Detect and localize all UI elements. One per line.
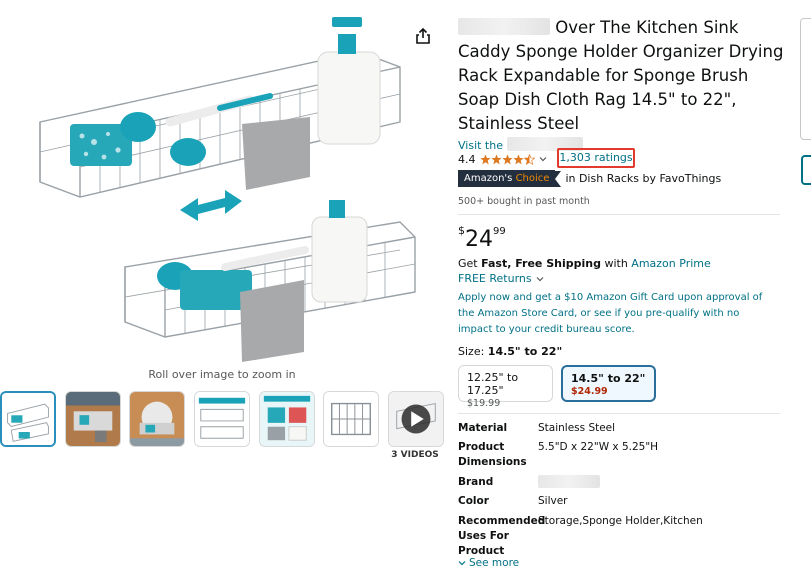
spec-value: Stainless Steel [538,422,616,434]
star-rating[interactable] [479,153,535,165]
spec-value: Silver [538,495,568,507]
zoom-hint: Roll over image to zoom in [148,368,296,381]
size-option-14-5-to-22[interactable]: 14.5" to 22" $24.99 [561,365,656,402]
half-star-icon [523,153,535,165]
size-label-text: Size: [458,345,485,358]
star-icon [479,154,491,164]
divider [458,214,780,215]
shipping-prefix: Get [458,257,482,270]
star-icon [490,154,502,164]
free-returns-link[interactable]: FREE Returns [458,272,544,285]
spec-value: 5.5"D x 22"W x 5.25"H [538,441,659,453]
thumbnail-2[interactable] [65,391,121,447]
thumbnail-strip: 3 VIDEOS [0,391,444,461]
ratings-count-link[interactable]: 1,303 ratings [557,148,635,168]
star-icon [512,154,524,164]
store-card-promo-link[interactable]: Apply now and get a $10 Amazon Gift Card… [458,290,768,338]
price-whole: 24 [465,227,493,252]
price-fraction: 99 [493,226,506,237]
chevron-down-icon [536,276,544,281]
price-currency: $ [458,224,465,237]
videos-count-label: 3 VIDEOS [391,450,439,460]
see-more-label: See more [469,557,520,569]
spec-key: Material [458,422,508,434]
rating-row[interactable]: 4.4 [458,151,547,167]
spec-value-brand [538,475,758,491]
amazons-choice-badge[interactable]: Amazon's Choice [458,170,556,187]
size-label: Size: 14.5" to 22" [458,345,562,358]
size-option-name: 12.25" to 17.25" [467,371,519,397]
title-text: Over The Kitchen Sink Caddy Sponge Holde… [458,18,784,133]
thumbnail-1[interactable] [0,391,56,447]
buy-box-edge [800,18,811,140]
star-icon [501,154,513,164]
size-option-12-25-to-17-25[interactable]: 12.25" to 17.25" $19.99 [458,365,553,409]
amazons-choice-badge-row: Amazon's Choice in Dish Racks by FavoThi… [458,170,721,187]
size-option-price: $24.99 [571,386,608,397]
brand-redacted [458,18,550,35]
thumbnail-4[interactable] [194,391,250,447]
size-option-price: $19.99 [467,398,501,409]
spec-key: Color [458,495,489,507]
spec-key: Brand [458,476,494,488]
shipping-middle: with [600,257,632,270]
thumbnail-5[interactable] [259,391,315,447]
shipping-info: Get Fast, Free Shipping with Amazon Prim… [458,257,711,270]
spec-key: Recommended Uses For Product [458,515,546,557]
rating-value: 4.4 [458,152,476,166]
chevron-down-icon[interactable] [539,155,547,163]
see-more-link[interactable]: See more [458,557,519,569]
divider [458,413,780,414]
buy-box-option-edge[interactable] [801,155,811,185]
badge-category[interactable]: in Dish Racks by FavoThings [565,172,721,185]
product-title: Over The Kitchen Sink Caddy Sponge Holde… [458,16,788,136]
video-thumbnail[interactable] [388,391,444,447]
shipping-bold: Fast, Free Shipping [481,257,601,270]
size-option-name: 14.5" to 22" [571,372,646,385]
spec-key: Product Dimensions [458,441,527,468]
price: $2499 [458,224,506,252]
product-main-image[interactable] [20,12,420,364]
thumbnail-6[interactable] [323,391,379,447]
free-returns-label: FREE Returns [458,272,532,285]
size-selected: 14.5" to 22" [487,345,563,358]
badge-amazon-text: Amazon's [464,173,513,184]
chevron-down-icon [458,561,466,566]
spec-value: Storage,Sponge Holder,Kitchen [538,515,703,527]
expand-arrow [180,190,242,221]
bought-in-past-month: 500+ bought in past month [458,196,590,207]
thumbnail-3[interactable] [129,391,185,447]
badge-choice-text: Choice [515,173,550,184]
brand-value-redacted [538,475,600,488]
badge-tip [555,170,562,187]
amazon-prime-link[interactable]: Amazon Prime [631,257,710,270]
